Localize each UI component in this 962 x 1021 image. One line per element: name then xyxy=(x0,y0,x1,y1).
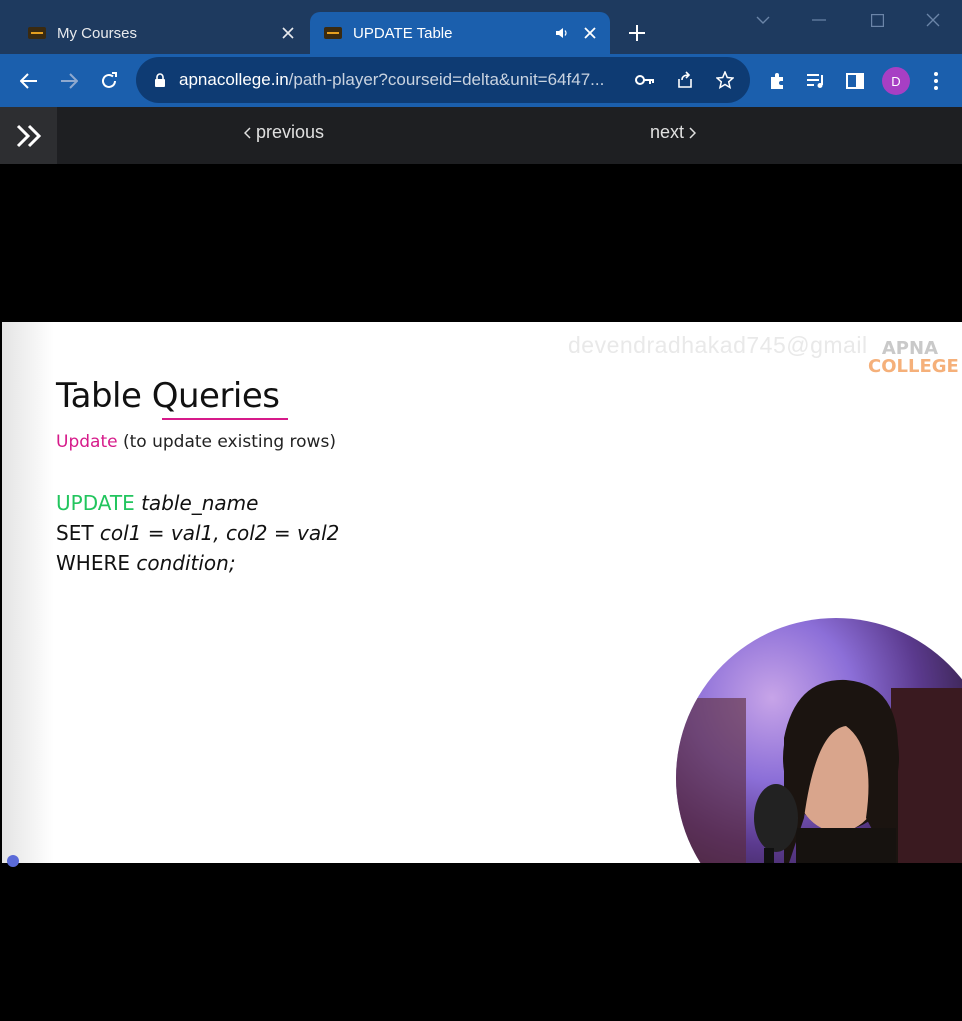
apna-college-favicon-icon xyxy=(28,27,46,39)
tab-update-table[interactable]: UPDATE Table xyxy=(310,12,610,54)
tab-search-chevron-icon[interactable] xyxy=(748,6,778,34)
slide-subtitle: Update (to update existing rows) xyxy=(56,432,336,452)
slide-edge-shade xyxy=(2,322,54,863)
expand-sidebar-button[interactable] xyxy=(0,107,57,164)
tab-title: UPDATE Table xyxy=(353,24,453,42)
code-keyword: UPDATE xyxy=(56,491,135,515)
email-watermark: devendradhakad745@gmail xyxy=(568,332,868,358)
close-icon[interactable] xyxy=(578,21,602,45)
next-label: next xyxy=(650,122,685,142)
code-line-3: WHERE condition; xyxy=(56,548,339,578)
side-panel-icon[interactable] xyxy=(840,66,870,96)
chevron-right-icon xyxy=(689,126,697,139)
close-icon[interactable] xyxy=(276,21,300,45)
lock-icon[interactable] xyxy=(151,70,169,90)
subtitle-text: (to update existing rows) xyxy=(117,432,336,452)
title-underline xyxy=(162,418,288,420)
tab-title: My Courses xyxy=(57,24,138,42)
code-keyword: SET xyxy=(56,521,94,545)
code-keyword: WHERE xyxy=(56,551,130,575)
maximize-icon[interactable] xyxy=(862,6,892,34)
media-queue-icon[interactable] xyxy=(801,66,831,96)
logo-bottom: COLLEGE xyxy=(868,356,959,377)
previous-link[interactable]: previous xyxy=(244,122,324,143)
code-text: col1 = val1, col2 = val2 xyxy=(93,521,340,545)
address-bar[interactable]: apnacollege.in/path-player?courseid=delt… xyxy=(136,57,750,103)
apna-college-favicon-icon xyxy=(324,27,342,39)
lecture-slide: devendradhakad745@gmail APNA COLLEGE Tab… xyxy=(2,322,962,863)
bookmark-star-icon[interactable] xyxy=(710,65,740,95)
apna-college-logo: APNA COLLEGE xyxy=(868,340,959,376)
minimize-icon[interactable] xyxy=(804,6,834,34)
speaker-icon[interactable] xyxy=(550,21,574,45)
sql-code-block: UPDATE table_name SET col1 = val1, col2 … xyxy=(56,488,339,578)
code-text: table_name xyxy=(134,491,259,515)
chevron-left-icon xyxy=(244,126,251,139)
back-arrow-icon[interactable] xyxy=(14,66,44,96)
slide-title: Table Queries xyxy=(56,376,280,416)
code-text: condition; xyxy=(129,551,236,575)
code-line-2: SET col1 = val1, col2 = val2 xyxy=(56,518,339,548)
key-icon[interactable] xyxy=(630,65,660,95)
next-link[interactable]: next xyxy=(650,122,697,143)
close-window-icon[interactable] xyxy=(918,6,948,34)
browser-titlebar: My Courses UPDATE Table xyxy=(0,0,962,54)
extensions-puzzle-icon[interactable] xyxy=(762,66,792,96)
presenter-webcam xyxy=(676,618,962,863)
reload-icon[interactable] xyxy=(94,66,124,96)
profile-avatar[interactable]: D xyxy=(882,67,910,95)
seek-handle[interactable] xyxy=(7,855,19,867)
share-icon[interactable] xyxy=(670,65,700,95)
new-tab-plus-icon[interactable] xyxy=(624,20,650,46)
url-path: /path-player?courseid=delta&unit=64f47..… xyxy=(288,70,605,89)
double-chevron-right-icon xyxy=(16,124,41,147)
tab-my-courses[interactable]: My Courses xyxy=(14,12,308,54)
course-nav-bar: previous next xyxy=(0,107,962,164)
previous-label: previous xyxy=(256,122,325,142)
subtitle-keyword: Update xyxy=(56,432,118,452)
url-host: apnacollege.in xyxy=(179,70,289,89)
code-line-1: UPDATE table_name xyxy=(56,488,339,518)
url-text[interactable]: apnacollege.in/path-player?courseid=delt… xyxy=(179,70,630,90)
more-menu-icon[interactable] xyxy=(921,66,951,96)
forward-arrow-icon[interactable] xyxy=(54,66,84,96)
